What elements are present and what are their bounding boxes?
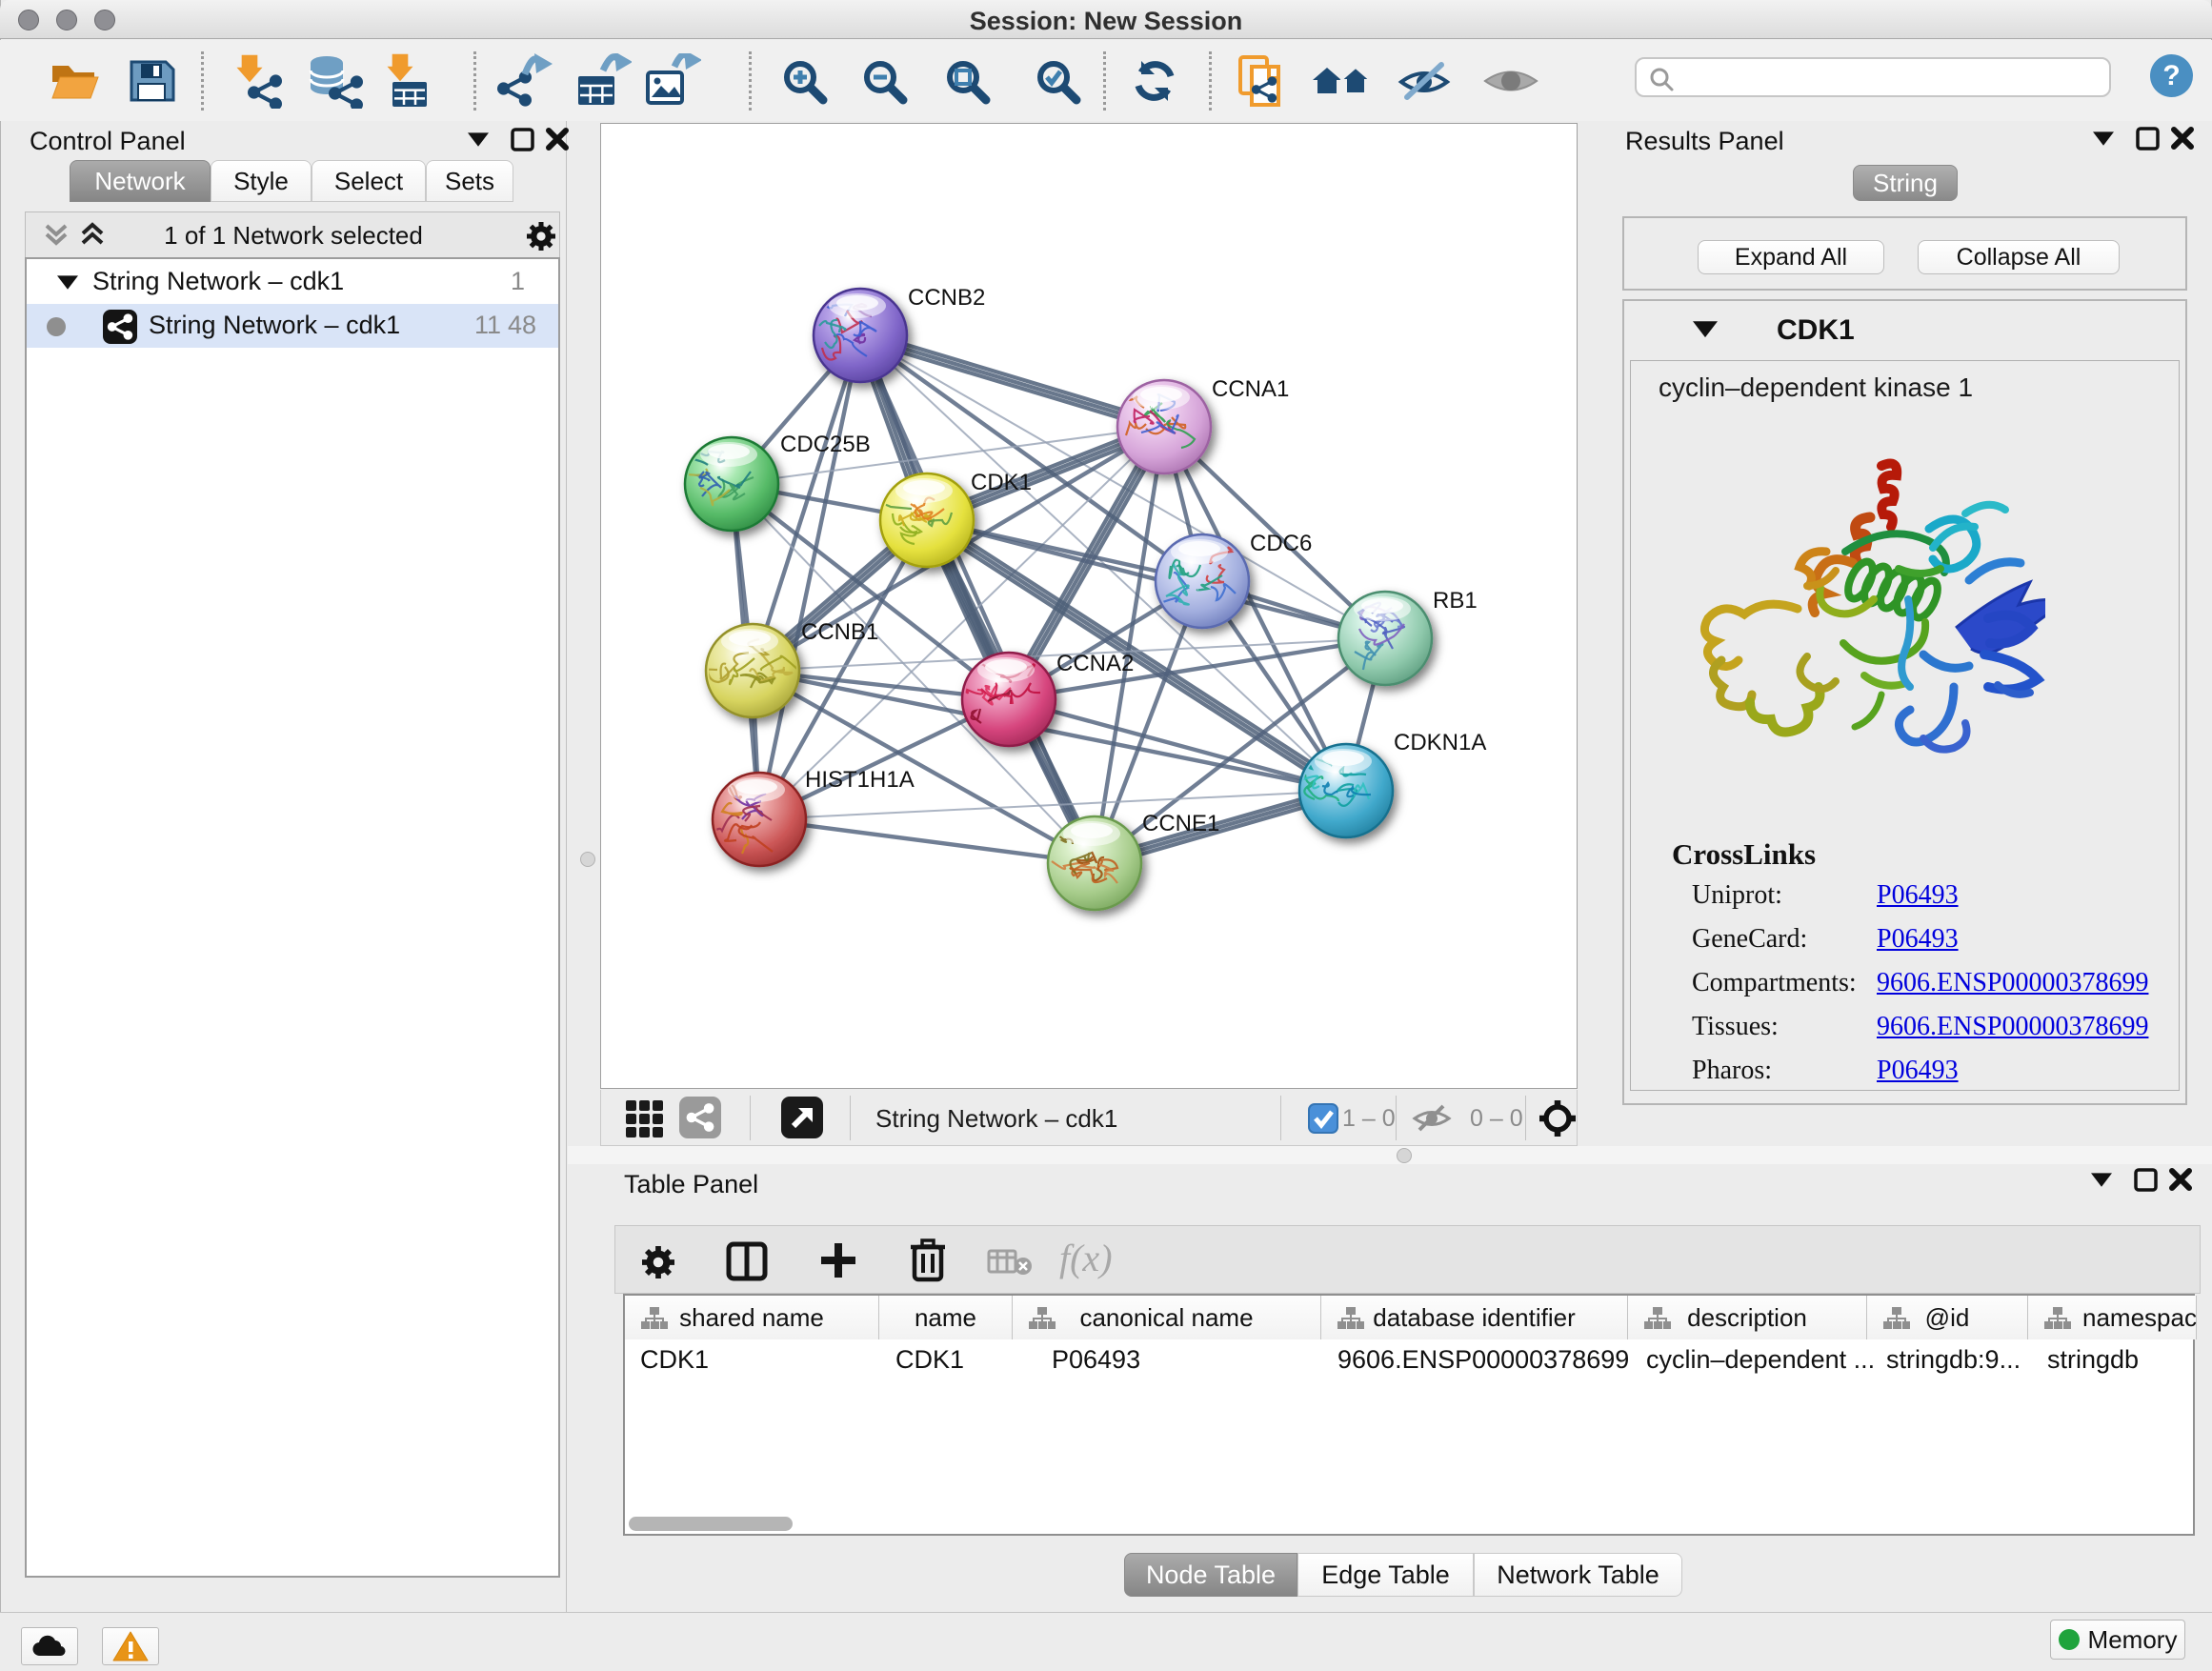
svg-text:CCNB2: CCNB2 <box>908 285 985 311</box>
svg-text:CDC25B: CDC25B <box>780 432 871 457</box>
svg-text:CCNA1: CCNA1 <box>1212 376 1289 402</box>
svg-text:HIST1H1A: HIST1H1A <box>805 767 915 793</box>
svg-text:CDK1: CDK1 <box>971 470 1032 495</box>
svg-text:CCNE1: CCNE1 <box>1142 811 1219 836</box>
svg-text:CCNA2: CCNA2 <box>1056 651 1134 676</box>
svg-text:RB1: RB1 <box>1433 588 1478 614</box>
svg-text:CDKN1A: CDKN1A <box>1394 730 1486 755</box>
svg-text:CCNB1: CCNB1 <box>801 619 878 645</box>
svg-text:CDC6: CDC6 <box>1250 531 1312 556</box>
